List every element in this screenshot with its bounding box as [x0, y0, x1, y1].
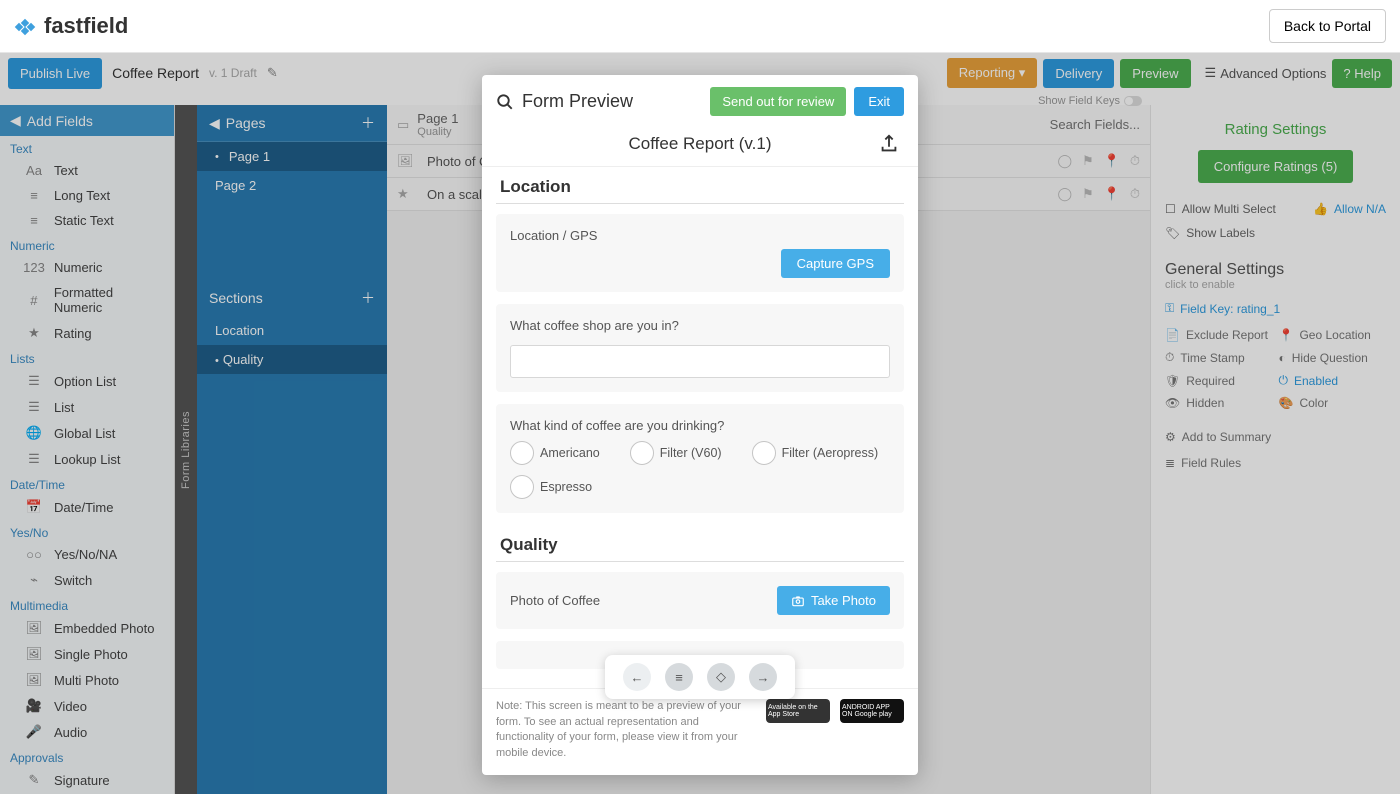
radio-icon — [752, 441, 776, 465]
logo: fastfield — [14, 13, 128, 39]
radio-espresso[interactable]: Espresso — [510, 475, 592, 499]
arrow-left-icon: ← — [631, 670, 644, 685]
preview-form-title: Coffee Report (v.1) — [629, 134, 772, 154]
modal-title: Form Preview — [522, 91, 633, 112]
share-icon[interactable] — [878, 133, 900, 155]
q-kind-label: What kind of coffee are you drinking? — [510, 418, 890, 433]
exit-button[interactable]: Exit — [854, 87, 904, 116]
modal-footer: Note: This screen is meant to be a previ… — [482, 688, 918, 775]
nav-prev[interactable]: ← — [623, 663, 651, 691]
coffee-shop-input[interactable] — [510, 345, 890, 378]
back-to-portal-button[interactable]: Back to Portal — [1269, 9, 1386, 43]
googleplay-badge[interactable]: ANDROID APP ON Google play — [840, 699, 904, 723]
take-photo-label: Take Photo — [811, 593, 876, 608]
card-location-gps: Location / GPS Capture GPS — [496, 214, 904, 292]
card-coffee-kind: What kind of coffee are you drinking? Am… — [496, 404, 904, 513]
radio-americano[interactable]: Americano — [510, 441, 600, 465]
q-shop-label: What coffee shop are you in? — [510, 318, 890, 333]
logo-icon — [14, 14, 38, 38]
modal-body[interactable]: Location Location / GPS Capture GPS What… — [482, 167, 918, 688]
card-photo-coffee: Photo of Coffee Take Photo — [496, 572, 904, 629]
section-title-quality: Quality — [496, 525, 904, 562]
camera-icon — [791, 594, 805, 608]
nav-bookmark[interactable]: ◇ — [707, 663, 735, 691]
photo-label: Photo of Coffee — [510, 593, 600, 608]
take-photo-button[interactable]: Take Photo — [777, 586, 890, 615]
radio-icon — [510, 441, 534, 465]
form-preview-modal: Form Preview Send out for review Exit Co… — [482, 75, 918, 775]
card-coffee-shop: What coffee shop are you in? — [496, 304, 904, 392]
preview-note: Note: This screen is meant to be a previ… — [496, 699, 756, 761]
nav-menu[interactable]: ≡ — [665, 663, 693, 691]
radio-label: Filter (V60) — [660, 446, 722, 460]
radio-icon — [630, 441, 654, 465]
preview-nav: ← ≡ ◇ → — [605, 655, 795, 699]
arrow-right-icon: → — [757, 670, 770, 685]
appstore-badge[interactable]: Available on the App Store — [766, 699, 830, 723]
topbar: fastfield Back to Portal — [0, 0, 1400, 53]
preview-title-row: Coffee Report (v.1) — [482, 128, 918, 166]
send-for-review-button[interactable]: Send out for review — [710, 87, 846, 116]
modal-header: Form Preview Send out for review Exit — [482, 75, 918, 128]
bookmark-icon: ◇ — [716, 669, 726, 685]
search-icon — [496, 93, 514, 111]
section-title-location: Location — [496, 167, 904, 204]
capture-gps-button[interactable]: Capture GPS — [781, 249, 890, 278]
radio-label: Espresso — [540, 480, 592, 494]
logo-text: fastfield — [44, 13, 128, 39]
radio-v60[interactable]: Filter (V60) — [630, 441, 722, 465]
radio-label: Filter (Aeropress) — [782, 446, 879, 460]
nav-next[interactable]: → — [749, 663, 777, 691]
app: Publish Live Coffee Report v. 1 Draft ✎ … — [0, 53, 1400, 794]
radio-aeropress[interactable]: Filter (Aeropress) — [752, 441, 879, 465]
radio-label: Americano — [540, 446, 600, 460]
radio-icon — [510, 475, 534, 499]
loc-gps-label: Location / GPS — [510, 228, 597, 243]
menu-icon: ≡ — [675, 670, 683, 685]
